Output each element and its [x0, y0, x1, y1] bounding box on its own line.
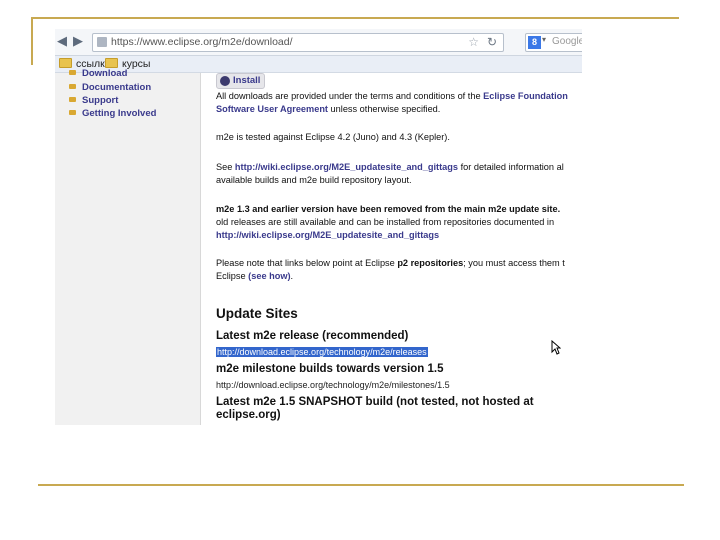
wiki-paragraph: See http://wiki.eclipse.org/M2E_updatesi…: [216, 161, 564, 174]
p2-note-paragraph: Please note that links below point at Ec…: [216, 257, 565, 270]
wiki-link[interactable]: http://wiki.eclipse.org/M2E_updatesite_a…: [235, 162, 458, 172]
old-releases-text: old releases are still available and can…: [216, 217, 555, 227]
eclipse-foundation-link[interactable]: Eclipse Foundation: [483, 91, 568, 101]
browser-navbar: ◀ ▶ https://www.eclipse.org/m2e/download…: [55, 29, 582, 56]
chevron-down-icon[interactable]: ▾: [542, 35, 546, 44]
sidebar-item-label: Getting Involved: [82, 108, 157, 119]
search-engine-icon[interactable]: 8: [528, 36, 541, 49]
main-content: Install All downloads are provided under…: [216, 73, 582, 425]
license-text-rest: unless otherwise specified.: [328, 104, 441, 114]
snapshot-heading-line2: eclipse.org): [216, 409, 281, 421]
wiki-paragraph-line2: available builds and m2e build repositor…: [216, 175, 412, 185]
tested-paragraph: m2e is tested against Eclipse 4.2 (Juno)…: [216, 132, 450, 142]
milestone-heading: m2e milestone builds towards version 1.5: [216, 363, 444, 375]
milestone-url[interactable]: http://download.eclipse.org/technology/m…: [216, 380, 450, 390]
p2-note-line2: Eclipse (see how).: [216, 270, 293, 283]
latest-release-heading: Latest m2e release (recommended): [216, 330, 409, 342]
bullet-icon: [69, 97, 76, 102]
period-text: .: [290, 271, 294, 281]
site-identity-icon[interactable]: [97, 37, 107, 47]
see-how-link[interactable]: (see how): [248, 271, 290, 281]
old-releases-wiki-link[interactable]: http://wiki.eclipse.org/M2E_updatesite_a…: [216, 230, 439, 240]
forward-arrow-icon[interactable]: ▶: [73, 34, 83, 48]
latest-release-url[interactable]: http://download.eclipse.org/technology/m…: [216, 347, 428, 357]
license-text: All downloads are provided under the ter…: [216, 91, 484, 101]
eclipse-text: Eclipse: [216, 271, 249, 281]
folder-icon: [105, 58, 118, 68]
old-releases-paragraph: http://wiki.eclipse.org/M2E_updatesite_a…: [216, 229, 439, 242]
slide-top-rule: [31, 17, 679, 19]
p2-repositories-text: p2 repositories: [397, 258, 464, 268]
update-sites-heading: Update Sites: [216, 306, 298, 321]
license-paragraph-line2: Software User Agreement unless otherwise…: [216, 103, 440, 116]
bookmark-star-icon[interactable]: ☆: [468, 35, 479, 49]
software-user-agreement-link[interactable]: Software User Agreement: [216, 104, 328, 114]
p2-note-text: Please note that links below point at Ec…: [216, 258, 398, 268]
see-text: See: [216, 162, 235, 172]
address-bar[interactable]: https://www.eclipse.org/m2e/download/ ☆ …: [92, 33, 504, 52]
slide-bottom-rule: [38, 484, 684, 486]
snapshot-heading: Latest m2e 1.5 SNAPSHOT build (not teste…: [216, 396, 534, 408]
license-paragraph: All downloads are provided under the ter…: [216, 90, 568, 103]
back-arrow-icon[interactable]: ◀: [57, 34, 67, 48]
install-label: Install: [233, 75, 261, 86]
mouse-cursor-icon: [551, 340, 561, 355]
sidebar-item-label: Documentation: [82, 82, 152, 93]
removed-notice: m2e 1.3 and earlier version have been re…: [216, 204, 561, 214]
slide-left-rule: [31, 17, 33, 65]
sidebar-item-getting-involved[interactable]: Getting Involved: [69, 108, 156, 119]
bullet-icon: [69, 70, 76, 75]
sidebar-item-label: Support: [82, 95, 119, 106]
sidebar-item-documentation[interactable]: Documentation: [69, 82, 151, 93]
install-button[interactable]: Install: [216, 73, 265, 89]
sidebar-item-download[interactable]: Download: [69, 68, 127, 79]
bullet-icon: [69, 84, 76, 89]
page-sidebar: Download Documentation Support Getting I…: [55, 68, 201, 425]
bookmarks-bar: ссылки курсы: [55, 56, 582, 73]
sidebar-item-support[interactable]: Support: [69, 95, 118, 106]
latest-release-url-line: http://download.eclipse.org/technology/m…: [216, 347, 428, 357]
sidebar-item-label: Download: [82, 68, 128, 79]
search-placeholder[interactable]: Google: [552, 36, 582, 47]
p2-note-rest: ; you must access them t: [463, 258, 565, 268]
eclipse-icon: [220, 76, 230, 86]
browser-screenshot: ◀ ▶ https://www.eclipse.org/m2e/download…: [55, 29, 582, 425]
folder-icon: [59, 58, 72, 68]
search-box[interactable]: 8 ▾ Google: [525, 33, 582, 52]
address-bar-url[interactable]: https://www.eclipse.org/m2e/download/: [111, 36, 293, 48]
bullet-icon: [69, 110, 76, 115]
reload-icon[interactable]: ↻: [487, 35, 497, 49]
wiki-rest-text: for detailed information al: [458, 162, 564, 172]
